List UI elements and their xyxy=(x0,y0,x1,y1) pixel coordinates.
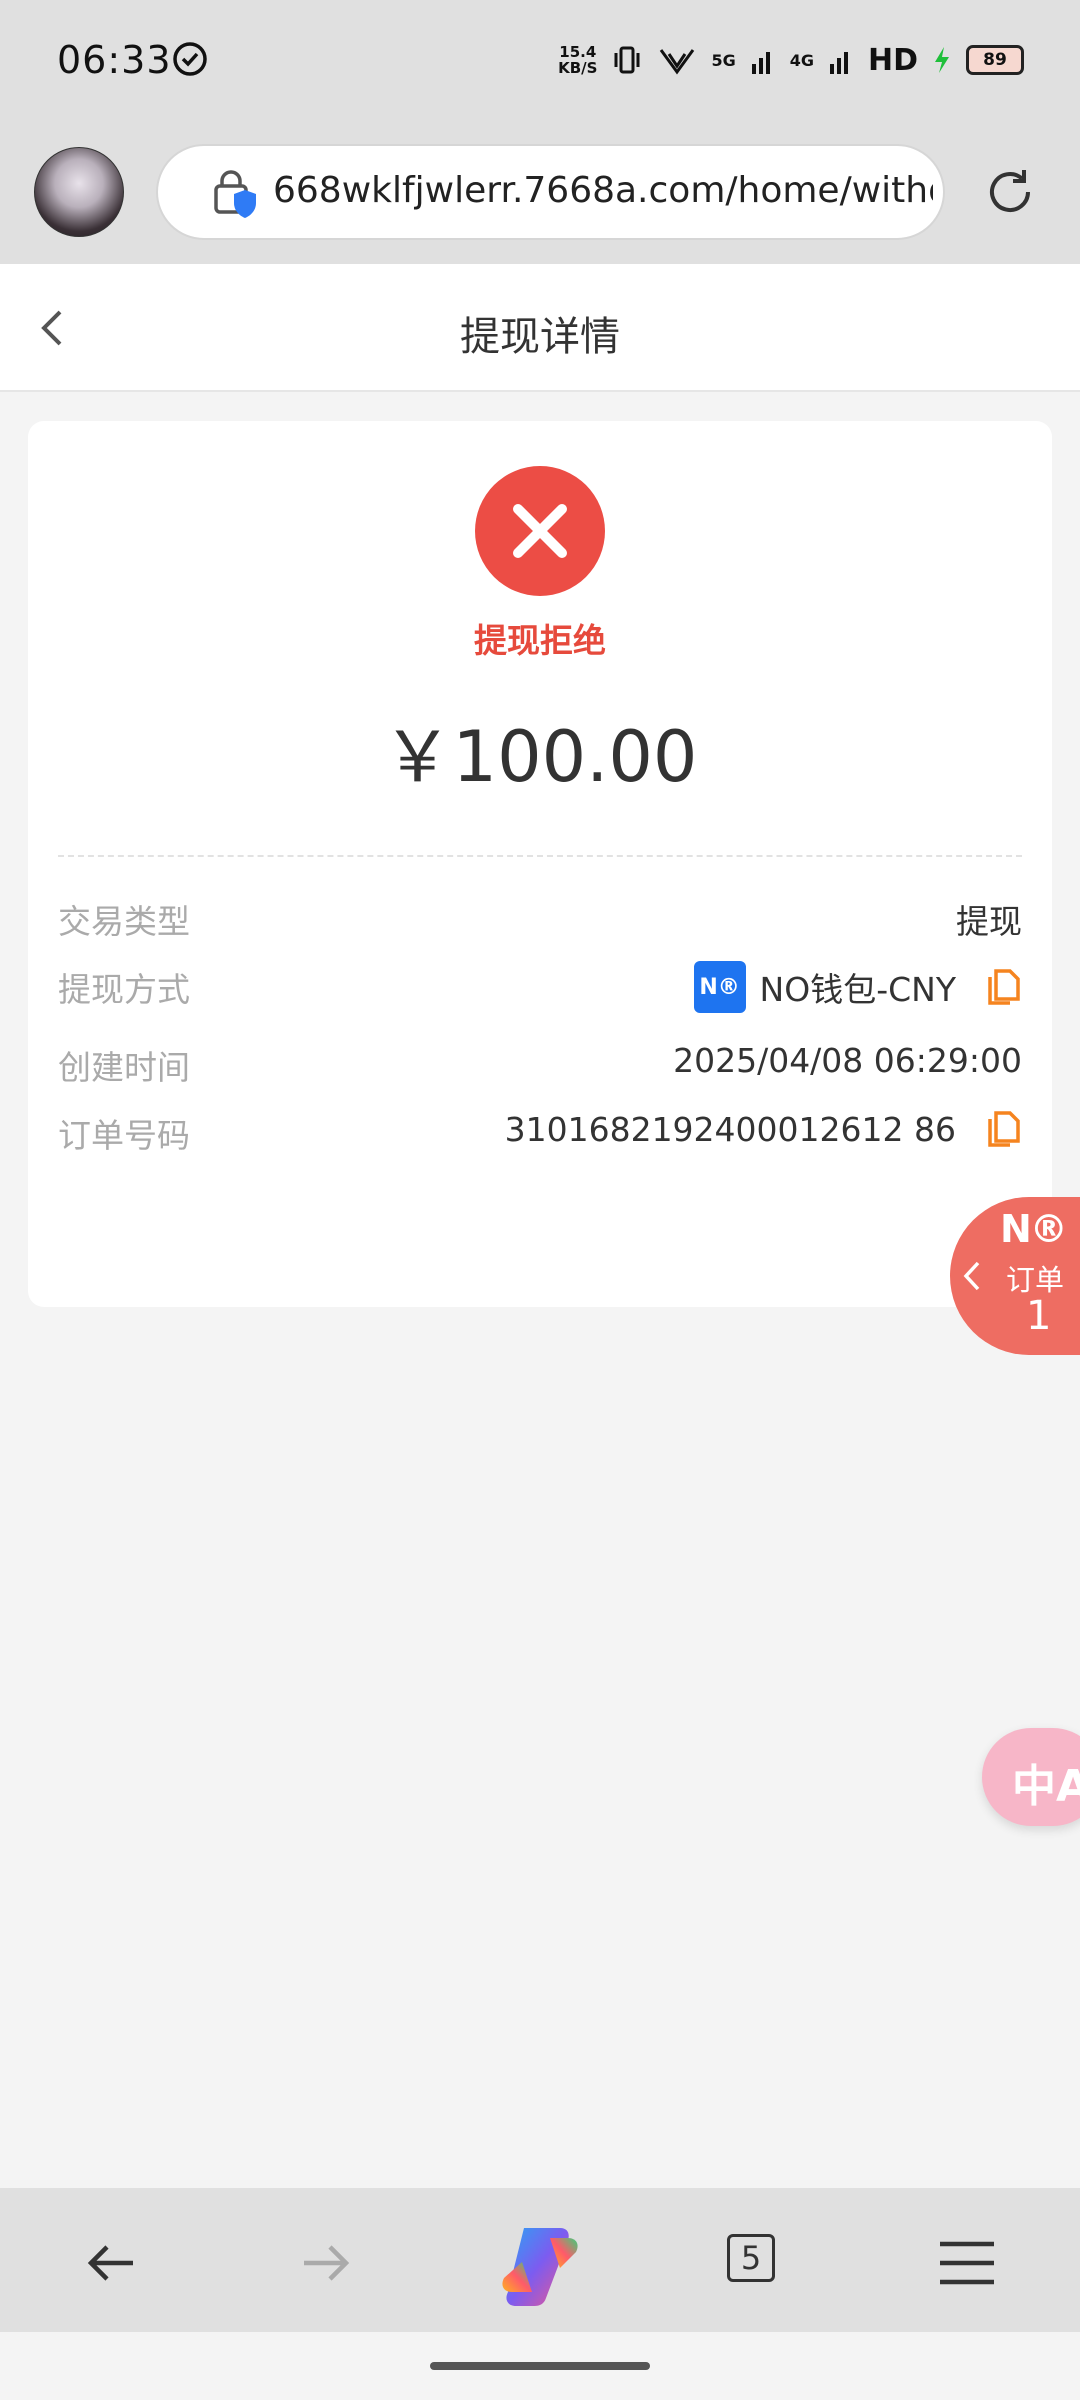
avatar[interactable] xyxy=(34,147,124,237)
row-label: 订单号码 xyxy=(58,1116,190,1155)
row-order-number: 订单号码 3101682192400012612 86 xyxy=(58,1109,1022,1169)
tab-count-button[interactable]: 5 xyxy=(727,2234,775,2282)
back-arrow-icon[interactable] xyxy=(77,2228,147,2298)
translate-icon: 中A xyxy=(1012,1761,1080,1812)
row-transaction-type: 交易类型 提现 xyxy=(58,895,1022,955)
copilot-icon[interactable] xyxy=(494,2218,586,2310)
reload-icon[interactable] xyxy=(982,164,1038,220)
forward-arrow-icon[interactable] xyxy=(290,2228,360,2298)
copy-icon[interactable] xyxy=(982,967,1022,1007)
clock: 06:33 xyxy=(57,38,172,82)
menu-icon[interactable] xyxy=(932,2228,1002,2298)
status-icons: 15.4 KB/S 5G 4G HD 89 xyxy=(558,36,1024,84)
home-indicator[interactable] xyxy=(430,2362,650,2370)
row-withdraw-method: 提现方式 N® NO钱包-CNY xyxy=(58,961,1022,1023)
amount: ￥100.00 xyxy=(382,716,698,798)
status-icon xyxy=(475,466,605,596)
row-label: 交易类型 xyxy=(58,902,190,941)
close-icon xyxy=(513,504,567,558)
order-count: 1 xyxy=(1026,1293,1052,1339)
copy-icon[interactable] xyxy=(982,1109,1022,1149)
order-logo: N® xyxy=(1000,1207,1068,1251)
signal-bars-icon xyxy=(829,52,848,74)
row-value: N® NO钱包-CNY xyxy=(693,961,1022,1013)
check-circle-icon xyxy=(173,42,207,76)
browser-bottom-nav: 5 xyxy=(0,2188,1080,2332)
row-value: 2025/04/08 06:29:00 xyxy=(673,1041,1022,1080)
row-label: 创建时间 xyxy=(58,1048,190,1087)
withdraw-detail-card: 提现拒绝 ￥100.00 交易类型 提现 提现方式 N® NO钱包-CNY 创建… xyxy=(28,421,1052,1307)
translate-button[interactable]: 中A xyxy=(982,1728,1080,1826)
page-title: 提现详情 xyxy=(460,314,620,360)
signal-5g: 5G xyxy=(711,50,736,70)
divider xyxy=(58,855,1022,857)
signal-4g: 4G xyxy=(789,50,814,70)
battery-indicator: 89 xyxy=(966,45,1024,75)
network-speed: 15.4 KB/S xyxy=(558,43,598,77)
address-bar[interactable]: 668wklfjwlerr.7668a.com/home/withdraw xyxy=(156,144,945,240)
row-label: 提现方式 xyxy=(58,970,190,1009)
url-text[interactable]: 668wklfjwlerr.7668a.com/home/withdraw xyxy=(273,170,933,211)
vibrate-icon xyxy=(614,46,640,74)
wallet-logo: N® xyxy=(693,961,746,1013)
row-value: 提现 xyxy=(956,902,1022,941)
chevron-left-icon xyxy=(963,1261,980,1291)
row-created-time: 创建时间 2025/04/08 06:29:00 xyxy=(58,1041,1022,1101)
browser-toolbar: 668wklfjwlerr.7668a.com/home/withdraw xyxy=(0,120,1080,264)
signal-bars-icon xyxy=(751,52,770,74)
charging-icon xyxy=(935,47,949,73)
wifi-icon xyxy=(660,49,695,75)
status-bar: 06:33 15.4 KB/S 5G 4G HD 89 xyxy=(0,0,1080,120)
page-header: 提现详情 xyxy=(0,264,1080,392)
secure-lock-icon[interactable] xyxy=(210,170,256,220)
hd-indicator: HD xyxy=(867,42,918,78)
gesture-area xyxy=(0,2332,1080,2400)
row-value: 3101682192400012612 86 xyxy=(505,1109,1022,1149)
status-text: 提现拒绝 xyxy=(474,621,606,660)
